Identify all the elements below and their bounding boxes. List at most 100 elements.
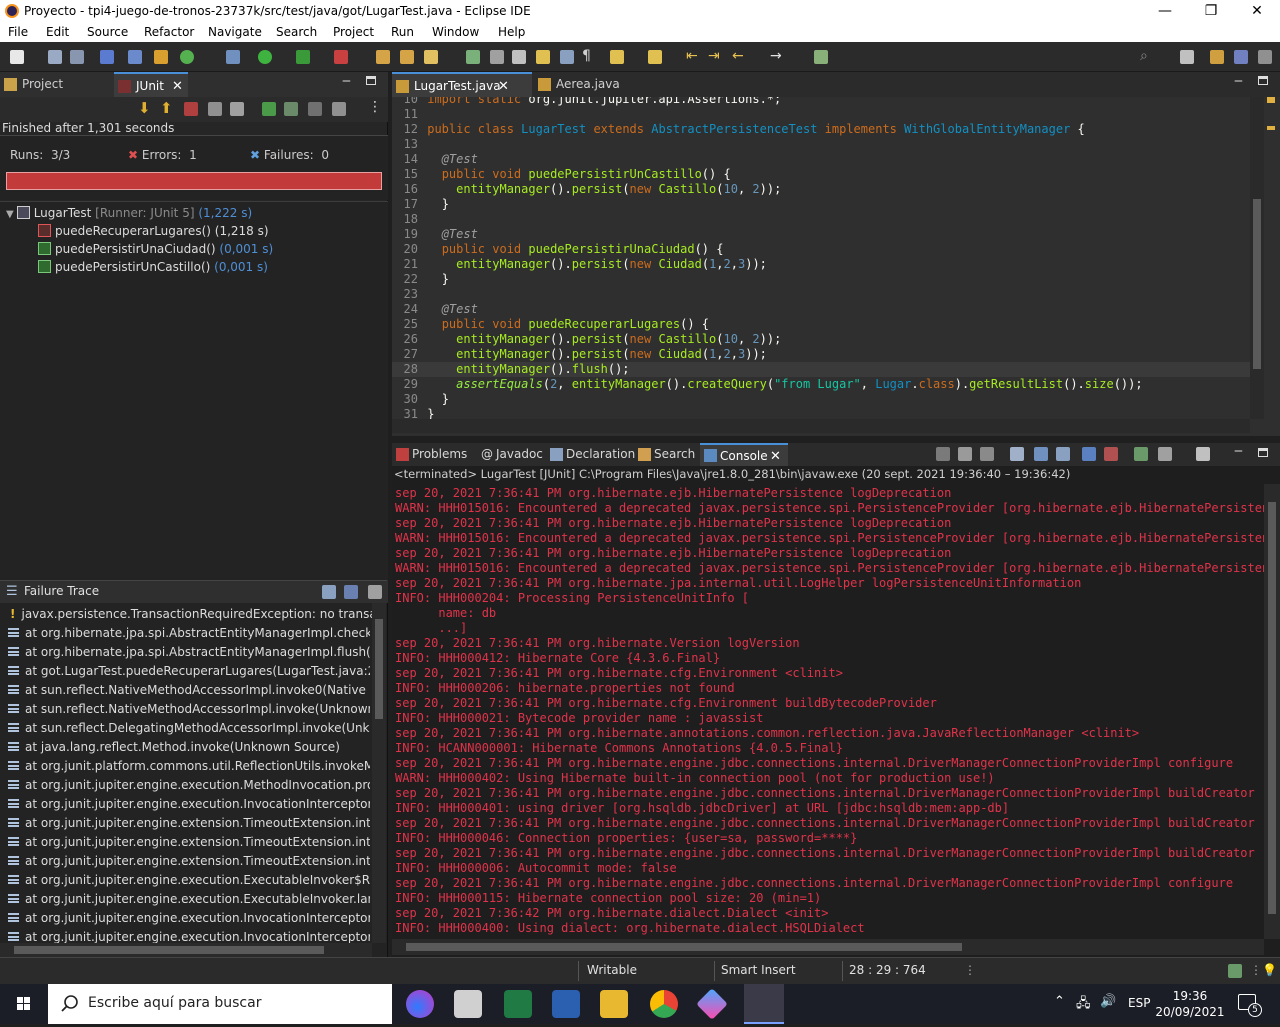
tree-test-puede-persistir-una-ciudad[interactable]: puedePersistirUnaCiudad() (0,001 s): [38, 240, 273, 258]
calculator-app-icon[interactable]: [454, 990, 482, 1018]
eclipse-app-icon[interactable]: [744, 984, 784, 1024]
code-line[interactable]: 18: [392, 212, 1250, 227]
close-window-button[interactable]: ✕: [1234, 0, 1280, 22]
code-line[interactable]: 27 entityManager().persist(new Ciudad(1,…: [392, 347, 1250, 362]
minimize-editor-icon[interactable]: ‒: [1234, 73, 1243, 89]
stack-frame-line[interactable]: at sun.reflect.DelegatingMethodAccessorI…: [8, 719, 370, 738]
menu-help[interactable]: Help: [498, 25, 525, 39]
run-icon[interactable]: [258, 50, 272, 64]
menu-run[interactable]: Run: [391, 25, 414, 39]
stack-frame-line[interactable]: at org.junit.jupiter.engine.execution.In…: [8, 795, 370, 814]
scroll-lock-icon[interactable]: [1034, 447, 1048, 461]
remove-all-icon[interactable]: [980, 447, 994, 461]
debug-icon[interactable]: [226, 50, 240, 64]
open-console-icon[interactable]: [1196, 447, 1210, 461]
file-explorer-app-icon[interactable]: [600, 990, 628, 1018]
tip-icon[interactable]: 💡: [1262, 963, 1277, 977]
display-console-icon[interactable]: [1158, 447, 1172, 461]
pilcrow-icon[interactable]: ¶: [582, 48, 591, 64]
back-icon[interactable]: ⇤: [686, 48, 698, 64]
start-button[interactable]: [0, 984, 48, 1024]
filter-stack-icon[interactable]: [344, 585, 358, 599]
save-all-icon[interactable]: [70, 50, 84, 64]
code-line[interactable]: 13: [392, 137, 1250, 152]
stack-frame-line[interactable]: at org.junit.jupiter.engine.extension.Ti…: [8, 833, 370, 852]
word-wrap-icon[interactable]: [536, 50, 550, 64]
editor-vscroll[interactable]: [1250, 97, 1264, 419]
firefox-app-icon[interactable]: [406, 990, 434, 1018]
stack-frame-line[interactable]: at sun.reflect.NativeMethodAccessorImpl.…: [8, 700, 370, 719]
open-folder-icon[interactable]: [376, 50, 390, 64]
debug-perspective-icon[interactable]: [1234, 50, 1248, 64]
previous-edit-icon[interactable]: [648, 50, 662, 64]
stack-frame-line[interactable]: at org.junit.jupiter.engine.execution.Ex…: [8, 890, 370, 909]
menu-window[interactable]: Window: [432, 25, 479, 39]
minimize-view-icon[interactable]: ‒: [342, 73, 351, 89]
stack-frame-line[interactable]: at got.LugarTest.puedeRecuperarLugares(L…: [8, 662, 370, 681]
forward-icon[interactable]: ⇥: [708, 48, 720, 64]
skip-breakpoints-icon[interactable]: [128, 50, 142, 64]
clear-console-icon[interactable]: [1010, 447, 1024, 461]
tab-lugartest-java[interactable]: LugarTest.java ✕: [392, 72, 532, 97]
close-tab-icon[interactable]: ✕: [172, 74, 183, 99]
open-type-icon[interactable]: [400, 50, 414, 64]
scroll-lock-icon[interactable]: [208, 102, 222, 116]
previous-failure-icon[interactable]: ⬆: [160, 99, 173, 117]
cursor-position[interactable]: 28 : 29 : 764: [849, 963, 926, 977]
exception-line[interactable]: ! javax.persistence.TransactionRequiredEx…: [10, 605, 372, 624]
warning-marker[interactable]: [1267, 126, 1275, 130]
tab-javadoc[interactable]: @ Javadoc: [476, 443, 543, 466]
code-line[interactable]: 19 @Test: [392, 227, 1250, 242]
build-icon[interactable]: [154, 50, 168, 64]
code-line[interactable]: 11: [392, 107, 1250, 122]
refresh-icon[interactable]: [180, 50, 194, 64]
insert-mode-status[interactable]: Smart Insert: [721, 963, 796, 977]
tab-aerea-java[interactable]: Aerea.java: [534, 72, 634, 97]
code-line[interactable]: 15 public void puedePersistirUnCastillo(…: [392, 167, 1250, 182]
excel-app-icon[interactable]: [504, 990, 532, 1018]
minimize-button[interactable]: —: [1142, 0, 1188, 22]
test-run-history-icon[interactable]: [332, 102, 346, 116]
gitkraken-app-icon[interactable]: [696, 988, 728, 1020]
block-selection-icon[interactable]: [512, 50, 526, 64]
next-annotation-icon[interactable]: [466, 50, 480, 64]
navigate-back-icon[interactable]: ←: [732, 48, 744, 64]
stack-frame-line[interactable]: at sun.reflect.NativeMethodAccessorImpl.…: [8, 681, 370, 700]
menu-file[interactable]: File: [8, 25, 28, 39]
code-line[interactable]: 26 entityManager().persist(new Castillo(…: [392, 332, 1250, 347]
stack-frame-line[interactable]: at org.junit.jupiter.engine.extension.Ti…: [8, 852, 370, 871]
code-line[interactable]: 31 }: [392, 407, 1250, 419]
scroll-thumb[interactable]: [14, 946, 324, 954]
code-area[interactable]: 10 import static org.junit.jupiter.api.A…: [392, 97, 1250, 419]
scroll-thumb[interactable]: [375, 619, 383, 719]
stack-frame-line[interactable]: at org.junit.jupiter.engine.execution.Ex…: [8, 871, 370, 890]
view-menu-icon[interactable]: ⋮: [368, 99, 382, 115]
code-line[interactable]: 28 entityManager().flush();: [392, 362, 1250, 377]
taskbar-search[interactable]: Escribe aquí para buscar: [48, 984, 392, 1024]
copy-trace-icon[interactable]: [368, 585, 382, 599]
volume-icon[interactable]: 🔊: [1100, 994, 1116, 1009]
menu-search[interactable]: Search: [276, 25, 317, 39]
word-wrap-icon[interactable]: [1056, 447, 1070, 461]
console-hscroll[interactable]: [392, 939, 1264, 955]
close-tab-icon[interactable]: ✕: [770, 445, 781, 468]
console-output[interactable]: sep 20, 2021 7:36:41 PM org.hibernate.ej…: [392, 484, 1264, 939]
console-vscroll[interactable]: [1264, 484, 1280, 939]
scroll-thumb[interactable]: [1268, 502, 1276, 914]
terminate-icon[interactable]: [936, 447, 950, 461]
stack-frame-line[interactable]: at org.hibernate.jpa.spi.AbstractEntityM…: [8, 624, 370, 643]
maximize-editor-icon[interactable]: [1258, 76, 1268, 85]
warning-marker[interactable]: [1267, 97, 1275, 103]
code-line[interactable]: 21 entityManager().persist(new Ciudad(1,…: [392, 257, 1250, 272]
pin-console-icon[interactable]: [1134, 447, 1148, 461]
next-edit-icon[interactable]: [610, 50, 624, 64]
stack-frame-line[interactable]: at org.junit.platform.commons.util.Refle…: [8, 757, 370, 776]
maximize-console-icon[interactable]: [1258, 448, 1268, 457]
close-tab-icon[interactable]: ✕: [498, 74, 509, 99]
show-on-stdout-icon[interactable]: [1082, 447, 1096, 461]
code-line[interactable]: 29 assertEquals(2, entityManager().creat…: [392, 377, 1250, 392]
save-icon[interactable]: [48, 50, 62, 64]
tab-junit[interactable]: JUnit ✕: [114, 72, 188, 97]
status-menu-icon[interactable]: ⋮: [1250, 963, 1262, 977]
rerun-failed-first-icon[interactable]: [284, 102, 298, 116]
